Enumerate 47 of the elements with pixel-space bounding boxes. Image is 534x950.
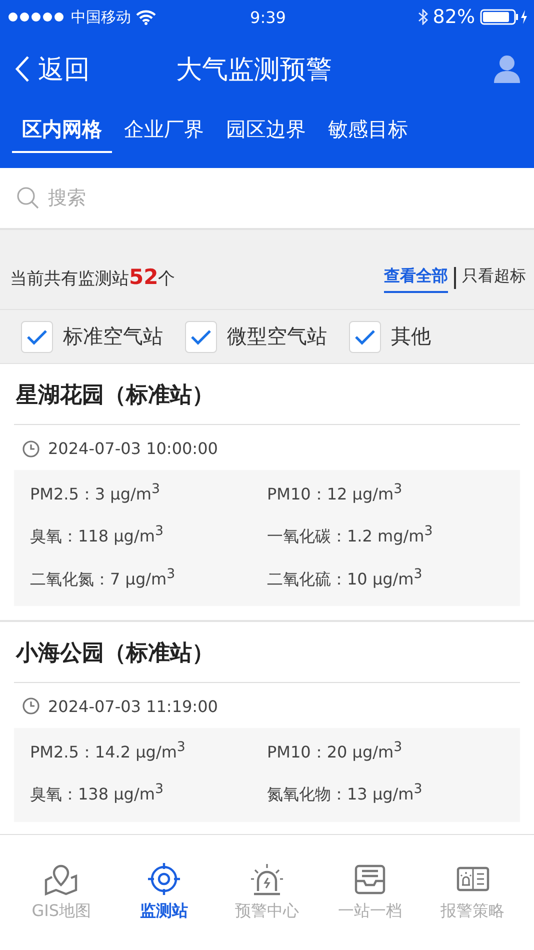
reading: 二氧化硫：10 μg/m$^{3}$ [267,566,424,590]
check-icon [354,328,376,346]
wifi-icon [136,10,156,24]
timestamp: 2024-07-03 10:00:00 [48,439,218,458]
check-icon [190,328,212,346]
checkbox[interactable] [349,320,381,352]
battery-icon [480,9,528,25]
back-chevron-icon [14,55,30,83]
checkbox[interactable] [185,320,217,352]
clock-icon [22,697,40,716]
carrier-name: 中国移动 [71,8,131,26]
station-count-text: 当前共有监测站52个 [10,265,176,290]
back-button[interactable]: 返回 [14,52,176,86]
checkbox-label: 其他 [391,323,431,350]
reading: PM10：20 μg/m$^{3}$ [267,740,404,764]
reading: 一氧化碳：1.2 mg/m$^{3}$ [267,524,434,548]
reading: 氮氧化物：13 μg/m$^{3}$ [267,782,424,806]
target-icon [146,861,182,897]
checkbox[interactable] [21,320,53,352]
checkbox-label: 微型空气站 [227,323,327,350]
nav-tab[interactable]: 监测站 [112,835,216,950]
user-icon[interactable] [494,55,520,83]
station-name: 星湖花园（标准站） [14,364,520,425]
tab[interactable]: 园区边界 [216,104,316,153]
reading: 臭氧：138 μg/m$^{3}$ [30,782,164,806]
reading: PM2.5：3 μg/m$^{3}$ [30,482,161,506]
search-icon [16,186,40,210]
check-icon [26,328,48,346]
reading: 臭氧：118 μg/m$^{3}$ [30,524,164,548]
clock-icon [22,440,40,458]
reading: 二氧化氮：7 μg/m$^{3}$ [30,566,176,590]
timestamp: 2024-07-03 11:19:00 [48,696,218,716]
bluetooth-icon [418,9,428,25]
signal-icon [8,12,66,22]
tab[interactable]: 敏感目标 [318,104,418,153]
filter-link[interactable]: 只看超标 [462,262,526,293]
reading: PM2.5：14.2 μg/m$^{3}$ [30,740,186,764]
page-title: 大气监测预警 [176,54,332,86]
clock: 9:39 [250,8,286,26]
tab[interactable]: 区内网格 [12,104,112,153]
station-name: 小海公园（标准站） [14,622,520,683]
reading: PM10：12 μg/m$^{3}$ [267,482,404,506]
checkbox-label: 标准空气站 [63,323,163,350]
tab[interactable]: 企业厂界 [114,104,214,153]
battery-percent: 82% [432,6,475,28]
alarm-icon [248,861,285,897]
filter-link[interactable]: 查看全部 [384,262,448,293]
